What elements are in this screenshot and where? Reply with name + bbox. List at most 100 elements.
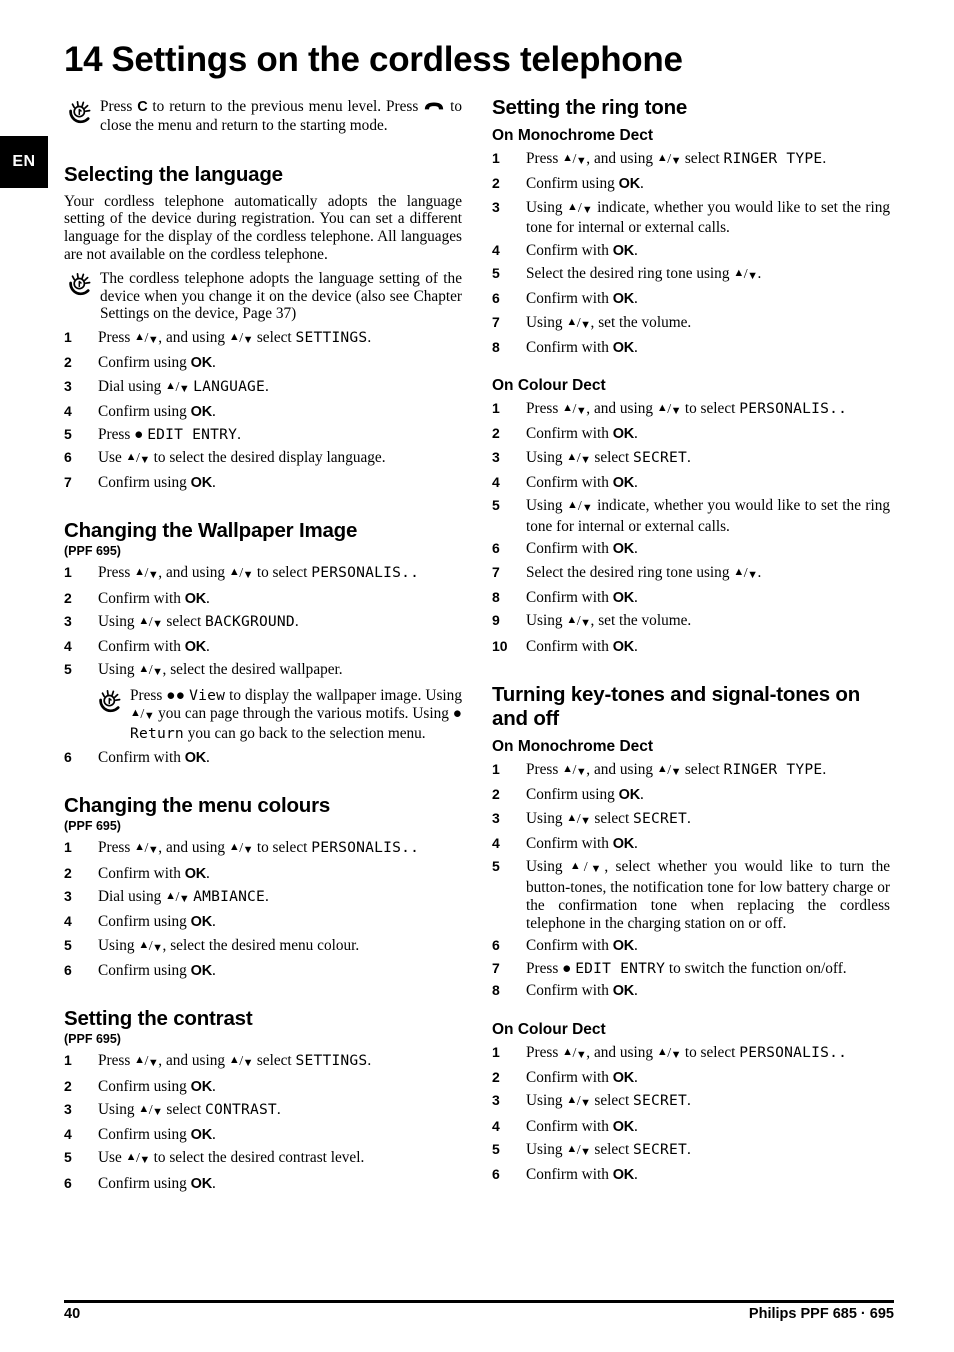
list-item: 6 Confirm using OK. (64, 1175, 462, 1194)
language-hint-text: The cordless telephone adopts the langua… (100, 269, 462, 323)
section-heading-contrast: Setting the contrast (64, 1007, 253, 1031)
key-ok-label: OK (190, 404, 213, 421)
step-text: Press (526, 400, 563, 418)
arrow-keys-icon: ▲/▼ (130, 706, 155, 722)
step-text: . (757, 563, 762, 581)
step-text: . (634, 637, 638, 655)
step-number: 10 (492, 637, 508, 654)
step-text: . (212, 403, 216, 421)
key-ok-label: OK (184, 639, 207, 656)
contrast-steps: 1 Press ▲/▼, and using ▲/▼ select SETTING… (64, 1052, 462, 1193)
key-ok-label: OK (618, 787, 641, 804)
step-number: 4 (64, 638, 72, 655)
key-tones-colour-steps: 1 Press ▲/▼, and using ▲/▼ to select PERS… (492, 1044, 890, 1185)
step-number: 8 (492, 589, 500, 606)
hint-text: to display the wallpaper image. Using (225, 686, 462, 704)
arrow-keys-icon: ▲/▼ (138, 938, 163, 954)
step-text: Confirm with (526, 1117, 613, 1135)
step-text: Confirm using (98, 913, 191, 931)
list-item: 3 Using ▲/▼ select BACKGROUND. (64, 613, 462, 634)
intro-hint: Press C to return to the previous menu l… (64, 98, 462, 135)
arrow-keys-icon: ▲/▼ (566, 1142, 591, 1158)
list-item: 3 Using ▲/▼ select SECRET. (492, 1092, 890, 1113)
selecting-language-steps: 1 Press ▲/▼, and using ▲/▼ select SETTING… (64, 329, 462, 493)
key-ok-label: OK (190, 474, 213, 491)
step-text: to switch the function on/off. (665, 960, 847, 978)
list-item: 4 Confirm with OK. (492, 242, 890, 261)
lcd-menu-term: EDIT ENTRY (147, 426, 238, 444)
step-text: . (276, 1100, 281, 1118)
list-item: 7 Press ● EDIT ENTRY to switch the functi… (492, 960, 890, 978)
step-text: Confirm with (98, 638, 185, 656)
step-text: . (634, 1117, 638, 1135)
step-text: Select the desired ring tone using (526, 563, 734, 581)
list-item: 3 Using ▲/▼ select SECRET. (492, 449, 890, 470)
step-number: 1 (64, 329, 72, 346)
step-text: . (212, 1174, 216, 1192)
step-number: 3 (492, 809, 500, 826)
step-text: Press ● (526, 960, 576, 978)
lcd-menu-term: SETTINGS (295, 329, 368, 347)
arrow-keys-icon: ▲/▼ (134, 331, 159, 347)
step-text: to select (253, 839, 312, 857)
step-text: . (634, 936, 638, 954)
lightbulb-hint-icon (66, 99, 96, 129)
list-item: 2 Confirm using OK. (64, 354, 462, 373)
arrow-keys-icon: ▲/▼ (138, 614, 163, 630)
list-item: 5 Using ▲/▼, select whether you would lik… (492, 858, 890, 932)
step-number: 6 (492, 1166, 500, 1183)
wallpaper-steps: 1 Press ▲/▼, and using ▲/▼ to select PERS… (64, 564, 462, 682)
intro-hint-text-2: to return to the previous menu level. Pr… (147, 98, 424, 115)
step-number: 4 (492, 474, 500, 491)
step-text: . (265, 888, 269, 906)
section-heading-key-tones: Turning key-tones and signal-tones on an… (492, 682, 861, 730)
list-item: 8 Confirm with OK. (492, 339, 890, 358)
step-number: 8 (492, 338, 500, 355)
step-text: select (590, 448, 634, 466)
arrow-keys-icon: ▲/▼ (566, 450, 591, 466)
key-ok-label: OK (618, 176, 641, 193)
step-text: . (237, 426, 241, 444)
lcd-menu-term: RINGER TYPE (723, 150, 823, 167)
page-number: 40 (64, 1306, 81, 1322)
step-text: Press (98, 564, 135, 582)
list-item: 9 Using ▲/▼, set the volume. (492, 612, 890, 633)
arrow-keys-icon: ▲/▼ (562, 762, 587, 778)
lcd-menu-term: LANGUAGE (193, 377, 266, 395)
step-text: . (634, 425, 638, 443)
step-text: select (681, 150, 724, 167)
step-text: Press (526, 1043, 563, 1061)
step-text: Confirm with (526, 1166, 613, 1184)
lcd-menu-term: PERSONALIS.. (311, 564, 420, 582)
step-text: Using (98, 612, 139, 630)
step-text: Using (526, 448, 567, 466)
list-item: 5 Using ▲/▼ select SECRET. (492, 1141, 890, 1162)
list-item: 2 Confirm with OK. (64, 865, 462, 884)
arrow-keys-icon: ▲/▼ (562, 402, 587, 418)
step-number: 1 (492, 1043, 500, 1060)
key-ok-label: OK (184, 750, 207, 767)
footer: 40 Philips PPF 685 · 695 (64, 1306, 894, 1322)
arrow-keys-icon: ▲/▼ (566, 200, 593, 216)
key-ok-label: OK (612, 1167, 635, 1184)
key-ok-label: OK (190, 914, 213, 931)
step-text: Using (526, 497, 567, 515)
model-label-wallpaper: (PPF 695) (64, 544, 121, 559)
step-text: Confirm with (526, 540, 613, 558)
step-text: Confirm using (98, 354, 191, 372)
arrow-keys-icon: ▲/▼ (733, 266, 758, 282)
subsection-heading-mono-dect: On Monochrome Dect (492, 127, 654, 144)
step-text: Confirm using (98, 1126, 191, 1144)
lightbulb-hint-icon (66, 271, 96, 301)
lcd-menu-term: PERSONALIS.. (311, 839, 420, 857)
step-text: Confirm with (526, 834, 613, 852)
step-text: . (757, 264, 762, 282)
wallpaper-hint: Press ●● View to display the wallpaper i… (94, 687, 462, 743)
key-ok-label: OK (190, 1078, 213, 1095)
key-c-label: C (137, 99, 148, 115)
ring-tone-colour-steps: 1 Press ▲/▼, and using ▲/▼ to select PERS… (492, 400, 890, 656)
list-item: 2 Confirm with OK. (492, 425, 890, 444)
step-text: . (634, 1166, 638, 1184)
lcd-menu-term: SECRET (633, 1140, 687, 1158)
